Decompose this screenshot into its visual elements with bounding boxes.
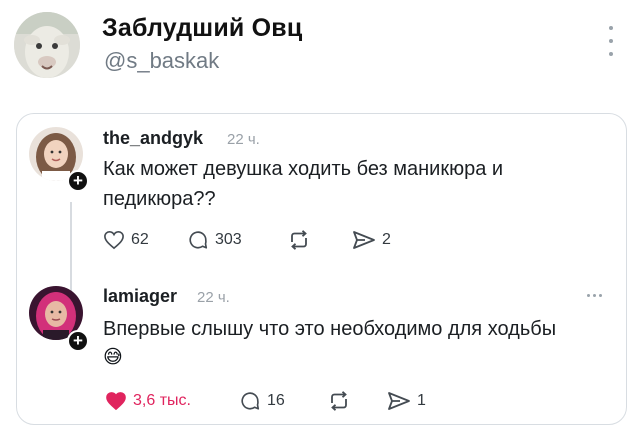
post-time: 22 ч. — [227, 131, 260, 148]
repost-button[interactable] — [287, 228, 311, 252]
like-count: 62 — [131, 231, 149, 248]
share-count: 1 — [417, 392, 426, 409]
share-icon — [388, 392, 410, 410]
share-button[interactable]: 2 — [352, 228, 391, 252]
more-icon[interactable] — [587, 294, 602, 297]
share-count: 2 — [382, 231, 391, 248]
emoji: 😅 — [103, 347, 123, 368]
share-button[interactable]: 1 — [387, 389, 426, 413]
like-button[interactable]: 62 — [103, 228, 149, 252]
heart-icon — [104, 230, 124, 250]
profile-avatar[interactable] — [14, 12, 80, 78]
repost-button[interactable] — [327, 389, 351, 413]
plus-icon[interactable]: + — [67, 170, 89, 192]
comment-count: 16 — [267, 392, 285, 409]
like-button[interactable]: 3,6 тыс. — [105, 389, 191, 413]
comment-button[interactable]: 303 — [187, 228, 242, 252]
comment-count: 303 — [215, 231, 242, 248]
comment-button[interactable]: 16 — [239, 389, 285, 413]
more-icon[interactable] — [606, 26, 616, 56]
post-text: Как может девушка ходить без маникюра и … — [103, 158, 504, 210]
profile-name[interactable]: Заблудший Овц — [102, 14, 302, 43]
comment-icon — [189, 231, 208, 249]
tweet-header: Заблудший Овц @s_baskak — [0, 0, 640, 100]
like-count: 3,6 тыс. — [133, 392, 191, 409]
comment-icon — [241, 392, 260, 410]
plus-icon[interactable]: + — [67, 330, 89, 352]
repost-icon — [291, 230, 307, 250]
share-icon — [353, 231, 375, 249]
heart-icon — [106, 392, 126, 411]
post-time: 22 ч. — [197, 289, 230, 306]
repost-icon — [331, 391, 347, 411]
post-username[interactable]: the_andgyk — [103, 128, 203, 149]
post-text: Впервые слышу что это необходимо для ход… — [103, 318, 557, 340]
profile-handle[interactable]: @s_baskak — [104, 48, 219, 74]
post-username[interactable]: lamiager — [103, 286, 177, 307]
embedded-threads-card[interactable]: + the_andgyk 22 ч. Как может девушка ход… — [16, 113, 627, 425]
